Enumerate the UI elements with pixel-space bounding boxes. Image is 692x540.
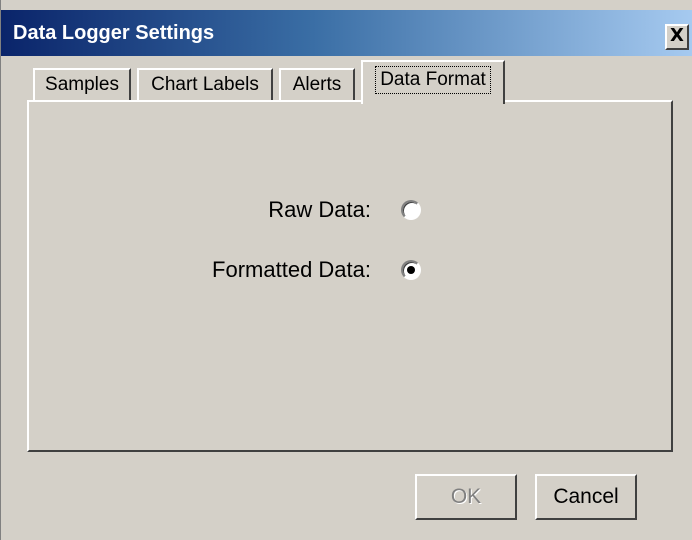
tab-samples[interactable]: Samples (33, 68, 131, 102)
tab-label: Chart Labels (151, 74, 259, 95)
tab-data-format[interactable]: Data Format (361, 60, 505, 104)
ok-button-label: OK (450, 485, 482, 508)
formatted-data-label: Formatted Data: (212, 257, 371, 282)
tab-chart-labels[interactable]: Chart Labels (137, 68, 273, 102)
dialog-window: Data Logger Settings X Samples Chart Lab… (0, 0, 692, 540)
tab-label: Alerts (292, 74, 342, 95)
close-button[interactable]: X (665, 24, 689, 50)
close-icon: X (670, 25, 684, 46)
raw-data-label: Raw Data: (268, 197, 371, 222)
title-bar[interactable]: Data Logger Settings X (1, 10, 692, 56)
tab-label: Samples (45, 74, 119, 95)
radio-selected-dot (407, 266, 415, 274)
tab-alerts[interactable]: Alerts (279, 68, 355, 102)
cancel-button-label: Cancel (553, 485, 619, 508)
tab-label: Data Format (375, 66, 491, 94)
formatted-data-radio[interactable] (401, 260, 421, 280)
ok-button[interactable]: OK (415, 474, 517, 520)
cancel-button[interactable]: Cancel (535, 474, 637, 520)
tab-panel-data-format: Raw Data: Formatted Data: (27, 100, 673, 452)
raw-data-radio[interactable] (401, 200, 421, 220)
window-title: Data Logger Settings (13, 22, 215, 44)
